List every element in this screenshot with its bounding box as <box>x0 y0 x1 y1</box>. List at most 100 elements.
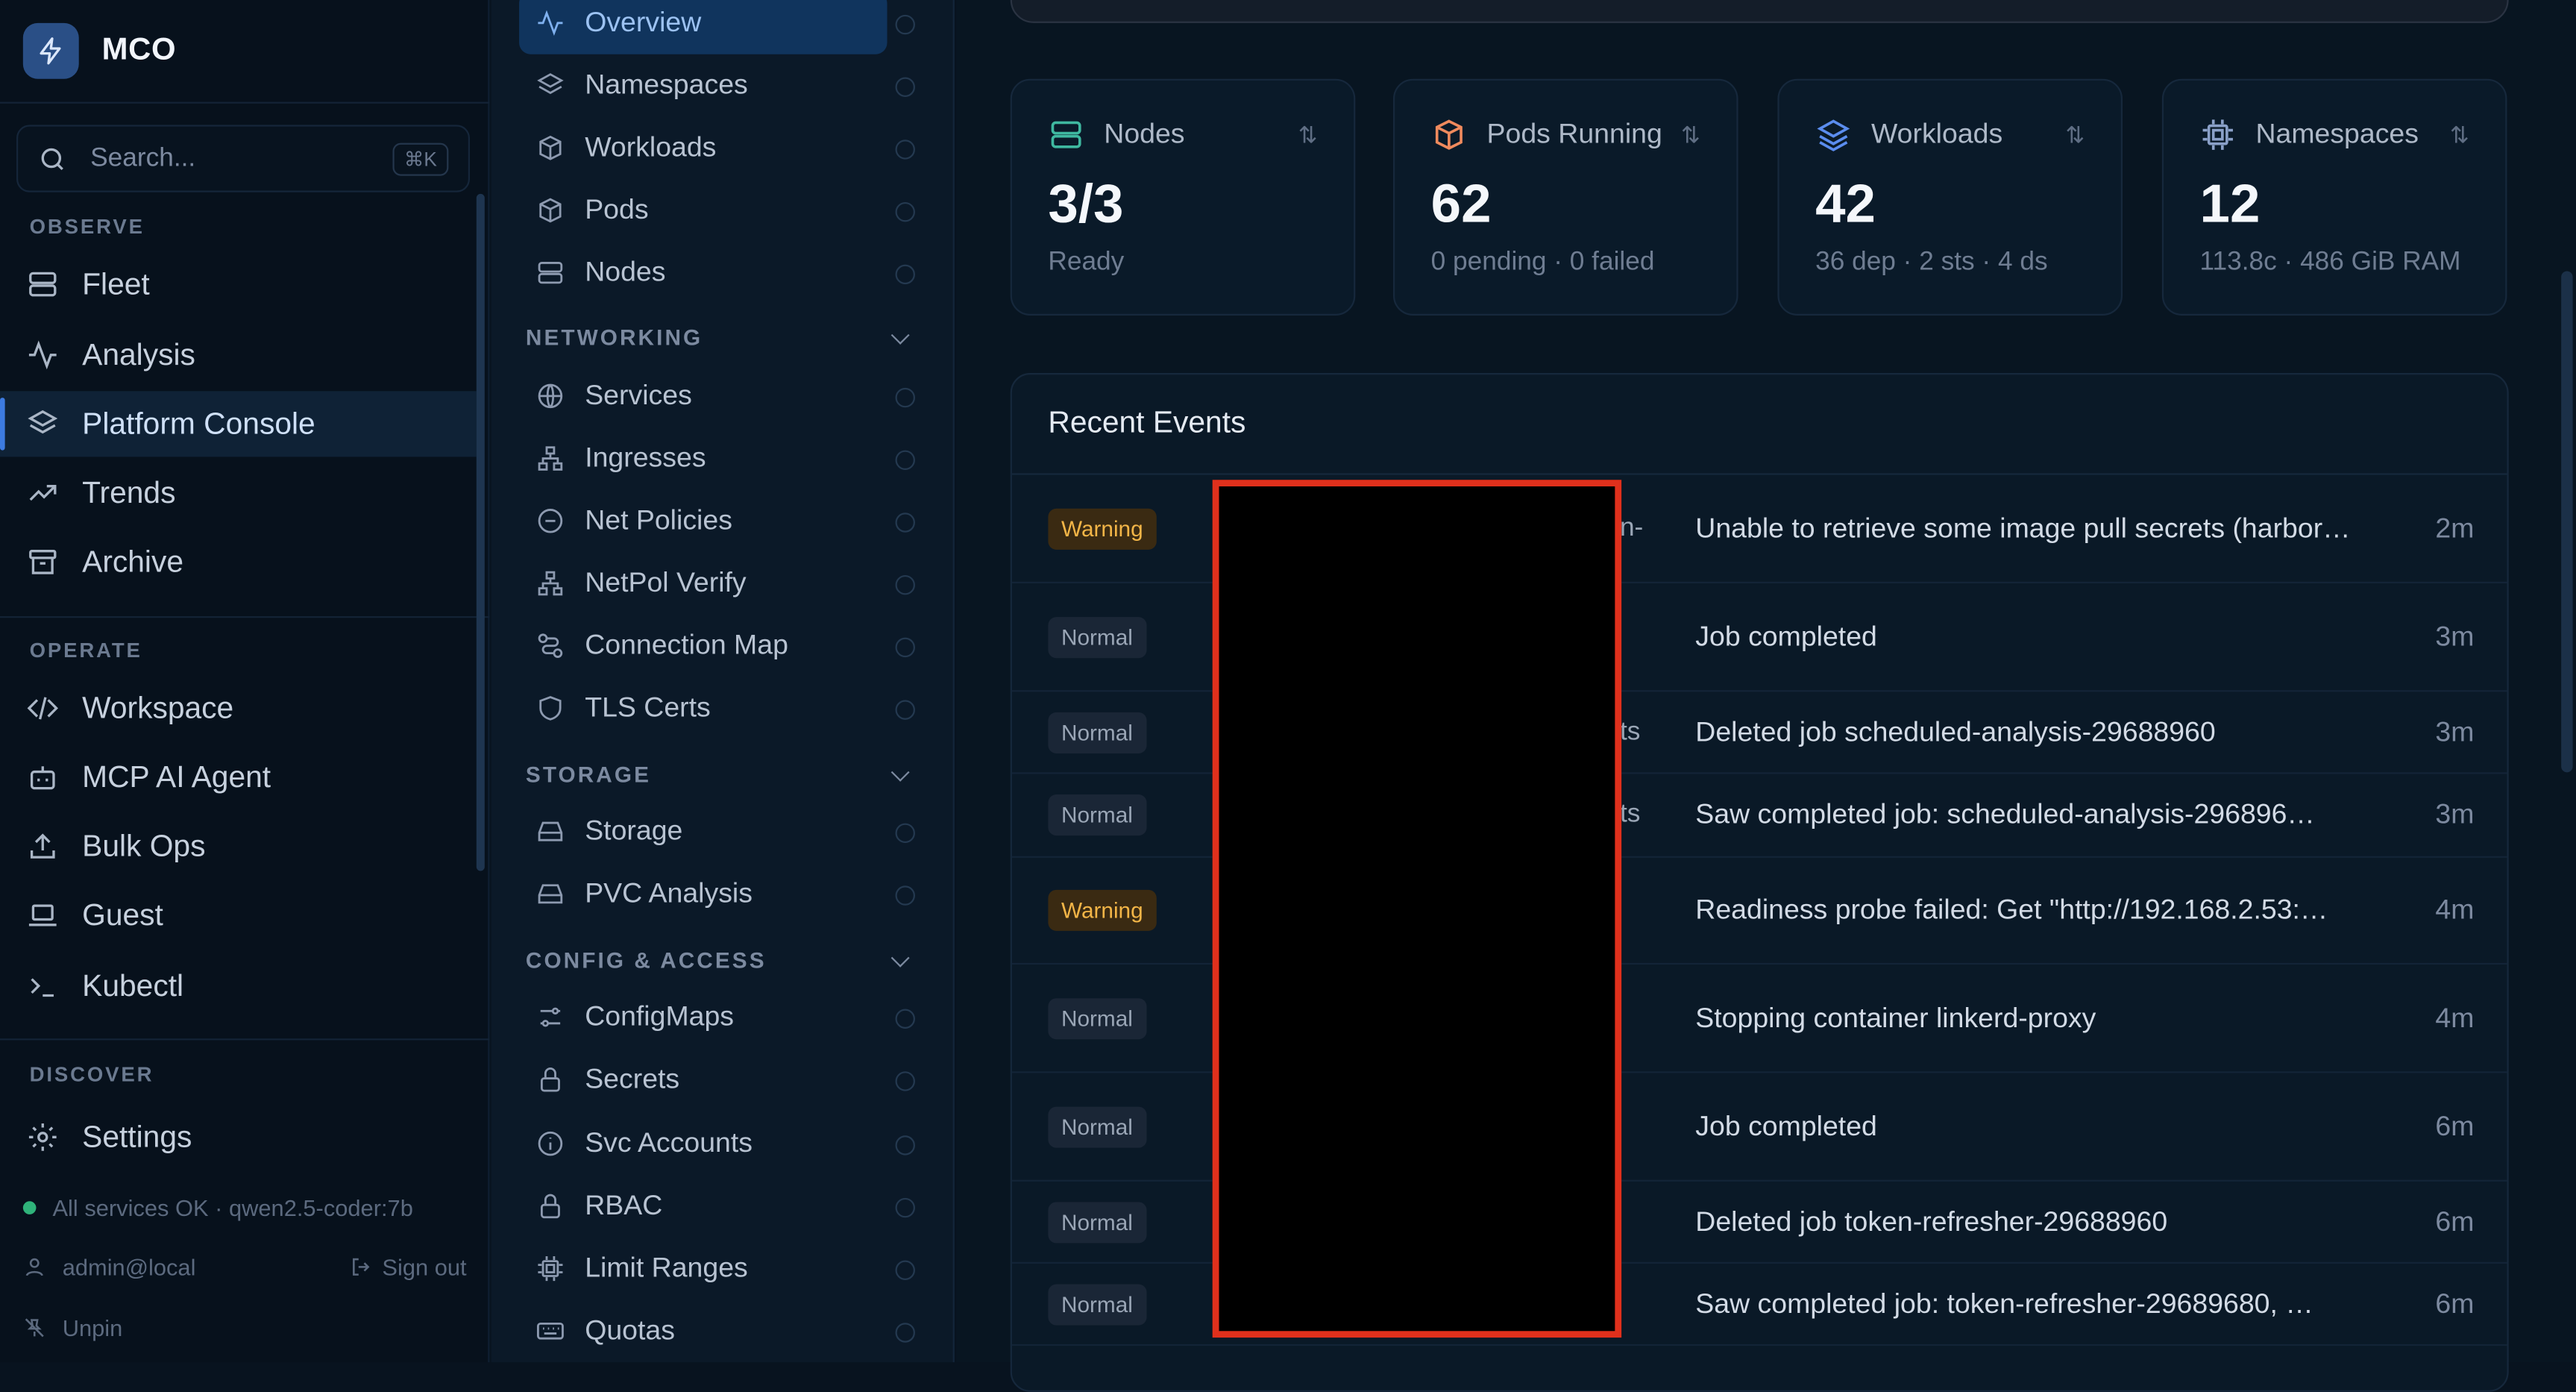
event-message: Saw completed job: scheduled-analysis-29… <box>1695 798 2315 830</box>
subnav-item-services[interactable]: Services <box>519 365 887 427</box>
signout-button[interactable]: Sign out <box>349 1253 467 1280</box>
sort-icon[interactable]: ⇅ <box>1298 122 1318 149</box>
sidebar-item-platform-console[interactable]: Platform Console <box>0 391 477 457</box>
lock-icon <box>540 1067 560 1092</box>
info-icon[interactable] <box>895 700 915 720</box>
subnav-section-config[interactable]: CONFIG & ACCESS <box>525 947 920 974</box>
subnav-item-limit-ranges[interactable]: Limit Ranges <box>519 1238 887 1300</box>
unpin-button[interactable]: Unpin <box>23 1314 122 1341</box>
info-icon[interactable] <box>895 637 915 658</box>
sort-icon[interactable]: ⇅ <box>2066 122 2085 149</box>
subnav-item-rbac[interactable]: RBAC <box>519 1175 887 1238</box>
event-age: 3m <box>2435 715 2475 747</box>
info-icon[interactable] <box>895 387 915 408</box>
event-type-badge: Normal <box>1048 1201 1146 1243</box>
subnav-section-networking[interactable]: NETWORKING <box>526 325 920 350</box>
event-object: n- <box>1619 513 1644 542</box>
event-type-badge: Normal <box>1048 794 1146 836</box>
search-shortcut: ⌘K <box>392 142 449 175</box>
stat-card-namespaces[interactable]: Namespaces ⇅ 12 113.8c · 486 GiB RAM <box>2161 78 2507 316</box>
subnav-item-netpol-verify[interactable]: NetPol Verify <box>519 552 887 615</box>
subnav-item-net-policies[interactable]: Net Policies <box>519 489 887 552</box>
sort-icon[interactable]: ⇅ <box>1681 122 1700 149</box>
search-icon <box>41 147 63 169</box>
info-icon[interactable] <box>895 139 915 160</box>
subnav-item-ingresses[interactable]: Ingresses <box>519 427 887 490</box>
stat-head: Nodes <box>1048 116 1185 152</box>
stat-card-pods[interactable]: Pods Running ⇅ 62 0 pending · 0 failed <box>1392 78 1738 316</box>
subnav-label: TLS Certs <box>585 692 711 724</box>
sidebar-item-trends[interactable]: Trends <box>0 460 477 526</box>
sort-icon[interactable]: ⇅ <box>2450 122 2469 149</box>
subnav-item-pvc-analysis[interactable]: PVC Analysis <box>519 862 887 925</box>
subnav-item-namespaces[interactable]: Namespaces <box>519 54 887 117</box>
subnav-item-pods[interactable]: Pods <box>519 179 887 242</box>
stat-value: 3/3 <box>1048 172 1124 233</box>
subnav-item-overview[interactable]: Overview <box>519 0 888 54</box>
brand[interactable]: MCO <box>22 22 177 79</box>
search-input[interactable]: Search... ⌘K <box>16 125 471 192</box>
event-age: 6m <box>2435 1287 2475 1319</box>
info-icon[interactable] <box>895 1197 915 1218</box>
sidebar-item-archive[interactable]: Archive <box>0 529 477 595</box>
info-icon[interactable] <box>895 1071 915 1091</box>
subnav-item-secrets[interactable]: Secrets <box>519 1048 887 1111</box>
sidebar-item-fleet[interactable]: Fleet <box>0 251 477 317</box>
info-icon[interactable] <box>895 823 915 844</box>
main-scrollbar[interactable] <box>2561 271 2573 773</box>
stat-value: 62 <box>1430 172 1492 233</box>
info-icon[interactable] <box>895 1135 915 1156</box>
info-icon[interactable] <box>895 14 915 35</box>
stat-card-workloads[interactable]: Workloads ⇅ 42 36 dep · 2 sts · 4 ds <box>1777 78 2123 316</box>
sidebar-item-bulk-ops[interactable]: Bulk Ops <box>0 813 477 879</box>
subnav-label: Limit Ranges <box>585 1252 748 1284</box>
sidebar-item-kubectl[interactable]: Kubectl <box>0 953 477 1019</box>
sidebar-item-mcp-ai-agent[interactable]: MCP AI Agent <box>0 744 477 810</box>
section-observe: OBSERVE <box>29 215 145 239</box>
sidebar-item-guest[interactable]: Guest <box>0 882 477 948</box>
subnav-item-nodes[interactable]: Nodes <box>519 242 887 304</box>
cpu-icon <box>538 1256 563 1282</box>
sidebar-item-settings[interactable]: Settings <box>0 1104 477 1170</box>
info-icon[interactable] <box>895 201 915 222</box>
redaction-box <box>1212 480 1622 1338</box>
sidebar-item-label: MCP AI Agent <box>82 759 271 794</box>
subnav-item-quotas[interactable]: Quotas <box>519 1299 887 1362</box>
section-label: CONFIG & ACCESS <box>525 948 767 974</box>
trending-up-icon <box>29 485 57 501</box>
sidebar-item-workspace[interactable]: Workspace <box>0 675 477 741</box>
info-icon[interactable] <box>895 264 915 285</box>
event-type-badge: Normal <box>1048 616 1146 658</box>
layers-icon <box>537 73 564 95</box>
subnav-section-storage[interactable]: STORAGE <box>526 762 920 787</box>
subnav-item-workloads[interactable]: Workloads <box>519 116 887 179</box>
subnav-item-svc-accounts[interactable]: Svc Accounts <box>519 1112 887 1175</box>
info-icon[interactable] <box>895 1260 915 1280</box>
logout-icon <box>352 1258 369 1276</box>
stat-label: Pods Running <box>1486 118 1662 150</box>
divider <box>0 101 490 104</box>
signout-label: Sign out <box>382 1253 467 1280</box>
info-icon[interactable] <box>895 1009 915 1029</box>
event-type-badge: Normal <box>1048 1106 1146 1147</box>
event-type-badge: Normal <box>1048 1283 1146 1325</box>
panel-title: Recent Events <box>1048 404 1246 439</box>
subnav-item-tls-certs[interactable]: TLS Certs <box>519 677 887 740</box>
subnav-label: Ingresses <box>585 442 706 474</box>
stat-card-nodes[interactable]: Nodes ⇅ 3/3 Ready <box>1010 78 1356 316</box>
info-icon[interactable] <box>895 574 915 595</box>
bot-icon <box>30 766 55 790</box>
subnav-item-connection-map[interactable]: Connection Map <box>519 615 887 677</box>
info-icon[interactable] <box>895 1323 915 1343</box>
brand-name: MCO <box>101 33 177 68</box>
info-icon[interactable] <box>895 512 915 533</box>
info-icon[interactable] <box>895 450 915 471</box>
sidebar-scrollbar[interactable] <box>476 193 485 871</box>
subnav-label: Svc Accounts <box>585 1127 753 1159</box>
sidebar-item-analysis[interactable]: Analysis <box>0 322 477 388</box>
info-icon[interactable] <box>895 77 915 97</box>
subnav-item-configmaps[interactable]: ConfigMaps <box>519 986 887 1049</box>
subnav-label: Secrets <box>585 1063 680 1095</box>
subnav-item-storage[interactable]: Storage <box>519 800 887 863</box>
info-icon[interactable] <box>895 885 915 906</box>
